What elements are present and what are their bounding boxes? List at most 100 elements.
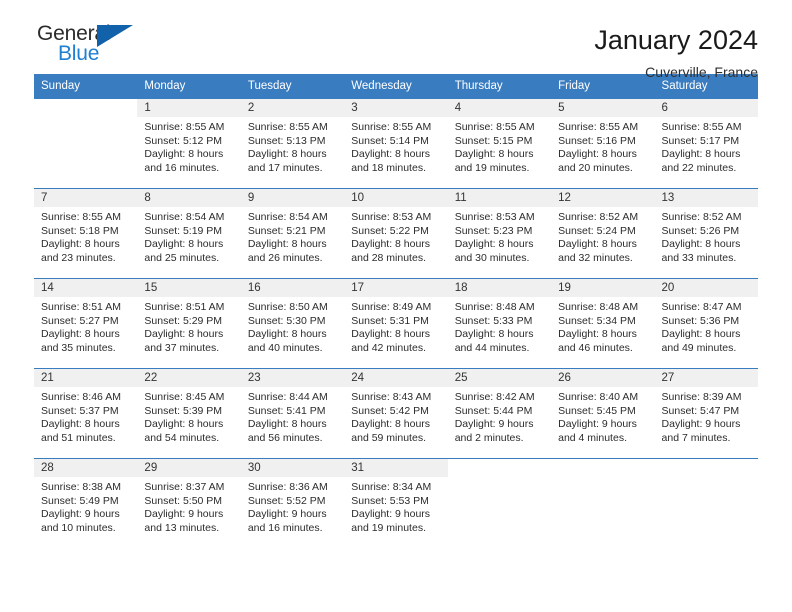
day-info-sunset: Sunset: 5:47 PM: [661, 404, 740, 417]
day-number: 26: [551, 369, 655, 387]
calendar-day-cell[interactable]: 11 Sunrise: 8:53 AM Sunset: 5:23 PM Dayligh…: [447, 188, 552, 279]
calendar-day-cell[interactable]: 23 Sunrise: 8:44 AM Sunset: 5:41 PM Dayligh…: [240, 368, 345, 459]
day-info: [448, 477, 551, 481]
calendar-day-cell[interactable]: 8 Sunrise: 8:54 AM Sunset: 5:19 PM Daylight…: [137, 188, 241, 279]
day-info-sunrise: Sunrise: 8:50 AM: [247, 301, 328, 313]
day-info-sunset: Sunset: 5:16 PM: [558, 134, 636, 147]
calendar-day-cell[interactable]: 7 Sunrise: 8:55 AM Sunset: 5:18 PM Daylight…: [34, 188, 138, 279]
day-info-daylight1: Daylight: 8 hours: [41, 328, 120, 340]
day-info-daylight1: Daylight: 8 hours: [351, 418, 431, 430]
day-number: 4: [447, 99, 552, 117]
day-info: Sunrise: 8:55 AM Sunset: 5:14 PM Daylight:…: [344, 117, 447, 175]
day-info-sunrise: Sunrise: 8:39 AM: [661, 391, 742, 403]
day-info: Sunrise: 8:53 AM Sunset: 5:22 PM Daylight:…: [344, 207, 447, 265]
day-info-daylight2: and 46 minutes.: [558, 341, 633, 354]
day-info-daylight2: and 18 minutes.: [351, 161, 426, 174]
day-info-daylight2: and 7 minutes.: [661, 431, 731, 444]
page-header: General Blue January 2024 Cuverville, Fr…: [34, 0, 758, 80]
day-cell-content: [448, 459, 551, 549]
day-info: Sunrise: 8:48 AM Sunset: 5:34 PM Daylight:…: [551, 297, 654, 355]
day-number: 12: [551, 189, 655, 207]
calendar-day-cell[interactable]: 4 Sunrise: 8:55 AM Sunset: 5:15 PM Daylight…: [447, 98, 552, 189]
day-info: [34, 117, 137, 121]
calendar-day-cell[interactable]: 2 Sunrise: 8:55 AM Sunset: 5:13 PM Daylight…: [240, 98, 345, 189]
calendar-week-row: 1 Sunrise: 8:55 AM Sunset: 5:12 PM Daylight…: [34, 98, 758, 189]
day-info-sunset: Sunset: 5:53 PM: [351, 494, 429, 507]
calendar-day-cell[interactable]: 15 Sunrise: 8:51 AM Sunset: 5:29 PM Dayligh…: [137, 278, 241, 369]
calendar-day-cell[interactable]: 1 Sunrise: 8:55 AM Sunset: 5:12 PM Daylight…: [137, 98, 241, 189]
calendar-day-cell[interactable]: 16 Sunrise: 8:50 AM Sunset: 5:30 PM Dayligh…: [240, 278, 345, 369]
calendar-day-cell[interactable]: 27 Sunrise: 8:39 AM Sunset: 5:47 PM Dayligh…: [654, 368, 758, 459]
day-cell-content: 22 Sunrise: 8:45 AM Sunset: 5:39 PM Dayligh…: [137, 369, 241, 458]
day-info-sunset: Sunset: 5:26 PM: [661, 224, 740, 237]
calendar-day-cell[interactable]: 21 Sunrise: 8:46 AM Sunset: 5:37 PM Dayligh…: [34, 368, 138, 459]
calendar-day-cell[interactable]: 12 Sunrise: 8:52 AM Sunset: 5:24 PM Dayligh…: [551, 188, 655, 279]
day-info: [551, 477, 654, 481]
calendar-day-cell[interactable]: 5 Sunrise: 8:55 AM Sunset: 5:16 PM Daylight…: [551, 98, 655, 189]
calendar-grid: Sunday Monday Tuesday Wednesday Thursday…: [34, 74, 758, 549]
day-number: 14: [34, 279, 138, 297]
calendar-day-cell[interactable]: 6 Sunrise: 8:55 AM Sunset: 5:17 PM Daylight…: [654, 98, 758, 189]
general-blue-logo[interactable]: General Blue: [34, 22, 144, 74]
day-info-sunrise: Sunrise: 8:46 AM: [41, 391, 121, 403]
day-cell-content: 29 Sunrise: 8:37 AM Sunset: 5:50 PM Dayligh…: [137, 459, 241, 549]
day-info: Sunrise: 8:52 AM Sunset: 5:26 PM Daylight:…: [655, 207, 758, 265]
day-cell-content: [34, 99, 137, 188]
calendar-day-cell[interactable]: 29 Sunrise: 8:37 AM Sunset: 5:50 PM Dayligh…: [137, 458, 241, 549]
day-cell-content: 15 Sunrise: 8:51 AM Sunset: 5:29 PM Dayligh…: [137, 279, 241, 368]
day-number: 20: [654, 279, 758, 297]
day-info-sunrise: Sunrise: 8:55 AM: [144, 121, 225, 133]
day-cell-content: 9 Sunrise: 8:54 AM Sunset: 5:21 PM Daylight…: [240, 189, 345, 278]
day-info-sunrise: Sunrise: 8:51 AM: [41, 301, 121, 313]
day-info-sunrise: Sunrise: 8:45 AM: [144, 391, 225, 403]
calendar-day-cell[interactable]: 17 Sunrise: 8:49 AM Sunset: 5:31 PM Dayligh…: [344, 278, 448, 369]
day-info-sunset: Sunset: 5:17 PM: [661, 134, 740, 147]
day-number: [448, 459, 551, 477]
calendar-day-cell: [551, 458, 655, 549]
day-number: 27: [654, 369, 758, 387]
day-info-sunrise: Sunrise: 8:53 AM: [351, 211, 432, 223]
day-info-sunrise: Sunrise: 8:54 AM: [144, 211, 225, 223]
calendar-week-row: 21 Sunrise: 8:46 AM Sunset: 5:37 PM Dayligh…: [34, 368, 758, 459]
calendar-day-cell[interactable]: 30 Sunrise: 8:36 AM Sunset: 5:52 PM Dayligh…: [240, 458, 345, 549]
day-info-daylight2: and 4 minutes.: [558, 431, 627, 444]
day-cell-content: 23 Sunrise: 8:44 AM Sunset: 5:41 PM Dayligh…: [240, 369, 345, 458]
day-cell-content: 26 Sunrise: 8:40 AM Sunset: 5:45 PM Dayligh…: [551, 369, 655, 458]
calendar-day-cell[interactable]: 3 Sunrise: 8:55 AM Sunset: 5:14 PM Daylight…: [344, 98, 448, 189]
calendar-day-cell[interactable]: 9 Sunrise: 8:54 AM Sunset: 5:21 PM Daylight…: [240, 188, 345, 279]
calendar-day-cell[interactable]: 24 Sunrise: 8:43 AM Sunset: 5:42 PM Dayligh…: [344, 368, 448, 459]
day-info-daylight1: Daylight: 8 hours: [661, 328, 741, 340]
day-info-daylight2: and 26 minutes.: [247, 251, 323, 264]
calendar-body: 1 Sunrise: 8:55 AM Sunset: 5:12 PM Daylight…: [34, 98, 758, 549]
calendar-day-cell[interactable]: 31 Sunrise: 8:34 AM Sunset: 5:53 PM Dayligh…: [344, 458, 448, 549]
day-info-daylight2: and 30 minutes.: [454, 251, 530, 264]
day-info-sunrise: Sunrise: 8:38 AM: [41, 481, 121, 493]
day-info: Sunrise: 8:34 AM Sunset: 5:53 PM Daylight:…: [344, 477, 447, 535]
day-info-daylight2: and 22 minutes.: [661, 161, 737, 174]
day-info: Sunrise: 8:51 AM Sunset: 5:29 PM Daylight:…: [137, 297, 240, 355]
day-number: 13: [654, 189, 758, 207]
calendar-day-cell[interactable]: 19 Sunrise: 8:48 AM Sunset: 5:34 PM Dayligh…: [551, 278, 655, 369]
day-info-sunrise: Sunrise: 8:48 AM: [558, 301, 639, 313]
page-title: January 2024: [594, 25, 758, 55]
day-number: 1: [137, 99, 241, 117]
day-cell-content: 5 Sunrise: 8:55 AM Sunset: 5:16 PM Daylight…: [551, 99, 655, 188]
day-info: Sunrise: 8:55 AM Sunset: 5:17 PM Daylight:…: [655, 117, 758, 175]
calendar-day-cell[interactable]: 14 Sunrise: 8:51 AM Sunset: 5:27 PM Dayligh…: [34, 278, 138, 369]
calendar-day-cell[interactable]: 20 Sunrise: 8:47 AM Sunset: 5:36 PM Dayligh…: [654, 278, 758, 369]
calendar-day-cell[interactable]: 18 Sunrise: 8:48 AM Sunset: 5:33 PM Dayligh…: [447, 278, 552, 369]
calendar-day-cell[interactable]: 10 Sunrise: 8:53 AM Sunset: 5:22 PM Dayligh…: [344, 188, 448, 279]
calendar-day-cell[interactable]: 28 Sunrise: 8:38 AM Sunset: 5:49 PM Dayligh…: [34, 458, 138, 549]
day-info-sunrise: Sunrise: 8:55 AM: [351, 121, 432, 133]
day-info-daylight2: and 2 minutes.: [454, 431, 524, 444]
calendar-day-cell[interactable]: 25 Sunrise: 8:42 AM Sunset: 5:44 PM Dayligh…: [447, 368, 552, 459]
day-info-sunrise: Sunrise: 8:53 AM: [454, 211, 535, 223]
day-info-daylight1: Daylight: 8 hours: [144, 328, 224, 340]
day-info-sunset: Sunset: 5:27 PM: [41, 314, 119, 327]
calendar-day-cell[interactable]: 26 Sunrise: 8:40 AM Sunset: 5:45 PM Dayligh…: [551, 368, 655, 459]
day-cell-content: 27 Sunrise: 8:39 AM Sunset: 5:47 PM Dayligh…: [654, 369, 758, 458]
day-info-sunset: Sunset: 5:39 PM: [144, 404, 223, 417]
day-number: 21: [34, 369, 138, 387]
calendar-day-cell[interactable]: 22 Sunrise: 8:45 AM Sunset: 5:39 PM Dayligh…: [137, 368, 241, 459]
calendar-day-cell[interactable]: 13 Sunrise: 8:52 AM Sunset: 5:26 PM Dayligh…: [654, 188, 758, 279]
